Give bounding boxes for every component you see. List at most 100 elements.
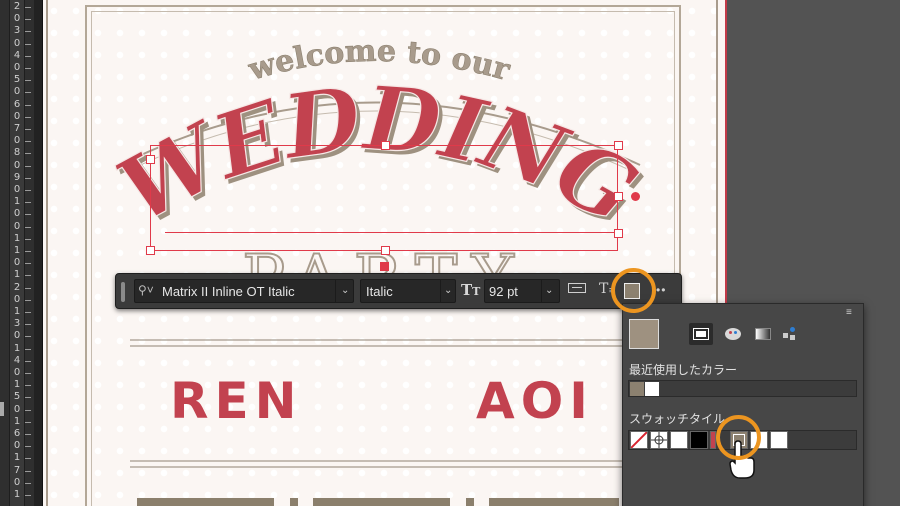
resize-handle-left[interactable]	[146, 155, 155, 164]
resize-handle-bottom-left[interactable]	[146, 246, 155, 255]
font-family-field[interactable]: ⚲˅ Matrix II Inline OT Italic ⌄	[134, 279, 354, 303]
resize-handle-right-lower[interactable]	[614, 229, 623, 238]
resize-handle-top[interactable]	[381, 141, 390, 150]
ruler-tick	[25, 434, 31, 435]
canvas-gutter	[34, 0, 42, 506]
field-separator	[335, 280, 336, 302]
ruler-label: 5	[13, 74, 21, 86]
selection-bounding-box[interactable]	[150, 145, 618, 251]
ruler-label: 3	[13, 318, 21, 330]
corner-widget[interactable]	[631, 192, 640, 201]
recent-color-chip[interactable]	[645, 382, 659, 396]
current-color-swatch[interactable]	[629, 319, 659, 349]
more-options-icon[interactable]: ••	[656, 283, 666, 297]
chevron-down-icon[interactable]: ⌄	[444, 285, 452, 296]
ruler-tick	[25, 31, 31, 33]
ruler-label: 1	[13, 196, 21, 208]
ruler-tick	[25, 287, 31, 289]
ruler-tick	[25, 190, 31, 191]
ruler-tick	[25, 7, 31, 8]
ruler-label: 0	[13, 37, 21, 49]
ruler-label: 1	[13, 232, 21, 244]
ruler-tick	[25, 299, 31, 301]
swatch-black[interactable]	[690, 431, 708, 449]
ruler-label: 6	[13, 98, 21, 110]
ruler-label: 0	[13, 257, 21, 269]
ruler-tick	[25, 458, 31, 460]
ruler-label: 4	[13, 354, 21, 366]
ruler-tick	[25, 104, 31, 106]
ruler-tick	[25, 360, 31, 362]
ruler-label: 0	[13, 135, 21, 147]
ruler-tick	[25, 80, 31, 82]
ruler-label: 4	[13, 49, 21, 61]
ruler-label: 0	[13, 208, 21, 220]
field-separator	[440, 280, 441, 302]
color-mixer-button[interactable]	[721, 323, 745, 345]
swatch-none[interactable]	[630, 431, 648, 449]
ruler-tick	[25, 470, 31, 472]
gradient-button[interactable]	[751, 323, 775, 345]
search-icon[interactable]: ⚲˅	[138, 283, 154, 297]
swatch-white[interactable]	[670, 431, 688, 449]
font-size-field[interactable]: 92 pt ⌄	[484, 279, 560, 303]
ruler-tick	[25, 68, 31, 69]
resize-handle-bottom[interactable]	[381, 246, 390, 255]
ruler-label: 3	[13, 25, 21, 37]
ruler-label: 7	[13, 464, 21, 476]
chevron-down-icon[interactable]: ⌄	[545, 285, 553, 296]
ruler-label: 0	[13, 476, 21, 488]
panel-menu-icon[interactable]: ≡	[846, 307, 852, 318]
chevron-down-icon[interactable]: ⌄	[341, 285, 349, 296]
ruler-label: 0	[13, 220, 21, 232]
swatch-tiles-label: スウォッチタイル	[629, 412, 726, 426]
ruler-label: 0	[13, 403, 21, 415]
ruler-tick	[25, 92, 31, 94]
ruler-label: 1	[13, 342, 21, 354]
paragraph-align-icon[interactable]	[568, 283, 586, 293]
ruler-tick	[25, 19, 31, 21]
taskbar-grip[interactable]	[121, 282, 125, 302]
ruler-label: 2	[13, 281, 21, 293]
text-baseline	[165, 232, 615, 233]
resize-handle-top-right[interactable]	[614, 141, 623, 150]
ruler-tick	[25, 263, 31, 265]
ruler-label: 0	[13, 184, 21, 195]
ruler-tick	[25, 348, 31, 350]
ruler-tick	[25, 153, 31, 155]
ruler-tick	[25, 43, 31, 45]
name-left[interactable]: REN	[170, 372, 303, 430]
ruler-label: 0	[13, 293, 21, 305]
ruler-label: 0	[13, 110, 21, 122]
ruler-label: 2	[13, 1, 21, 12]
name-right[interactable]: AOI	[476, 372, 594, 430]
ruler-label: 5	[13, 391, 21, 403]
anchor-point[interactable]	[380, 262, 389, 271]
ruler-label: 1	[13, 415, 21, 427]
recent-colors-row	[628, 380, 857, 397]
swatch-white-3[interactable]	[770, 431, 788, 449]
ruler-label: 1	[13, 379, 21, 391]
recent-colors-label: 最近使用したカラー	[629, 363, 738, 377]
swatch-red[interactable]	[710, 431, 716, 449]
ruler-label: 0	[13, 367, 21, 378]
ruler-tick	[25, 446, 31, 448]
pattern-button[interactable]	[780, 323, 804, 345]
ruler-tick	[25, 275, 31, 277]
resize-handle-right[interactable]	[614, 192, 623, 201]
field-separator	[541, 280, 542, 302]
recent-color-chip[interactable]	[630, 382, 644, 396]
vertical-ruler[interactable]: 2030405060708090100110120130140150160170…	[0, 0, 34, 506]
ruler-tick	[25, 55, 31, 57]
bottom-block-divider-2	[466, 498, 474, 506]
bottom-block-left	[137, 498, 274, 506]
ruler-guide-marker[interactable]	[0, 402, 4, 416]
swatch-registration[interactable]	[650, 431, 668, 449]
ruler-tick	[25, 482, 31, 484]
font-style-field[interactable]: Italic ⌄	[360, 279, 456, 303]
swatches-mode-button[interactable]	[689, 323, 713, 345]
font-size-value: 92 pt	[489, 284, 518, 299]
ruler-tick	[25, 397, 31, 399]
ruler-label: 0	[13, 86, 21, 98]
bottom-block-center	[313, 498, 450, 506]
